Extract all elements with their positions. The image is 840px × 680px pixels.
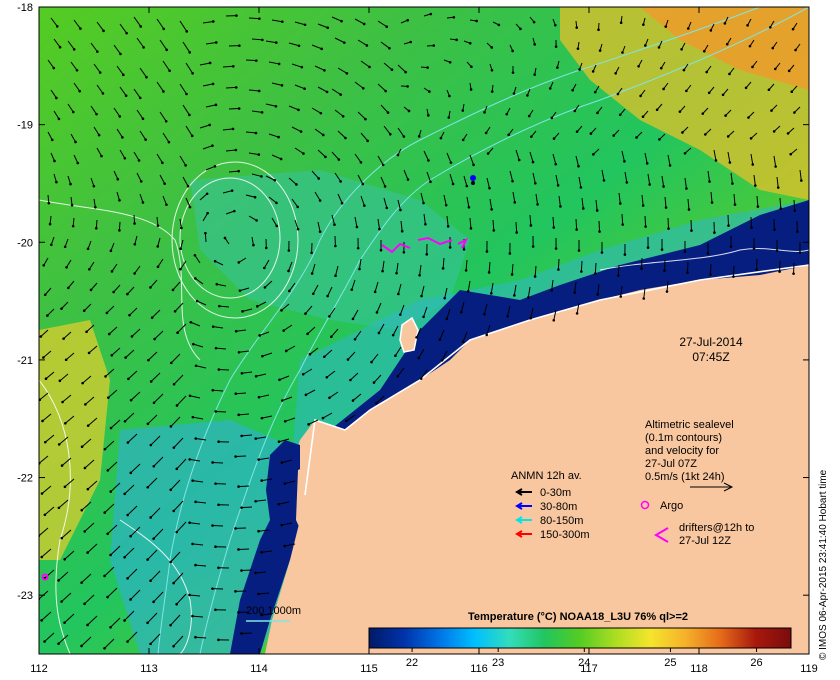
anmn-legend-label: 80-150m xyxy=(540,515,583,527)
anmn-legend-label: 30-80m xyxy=(540,501,577,513)
y-tick-label: -19 xyxy=(17,120,33,132)
drifter-legend-line: drifters@12h to xyxy=(679,522,754,534)
x-tick-label: 115 xyxy=(360,663,378,675)
x-tick-label: 113 xyxy=(140,663,158,675)
colorbar-gradient-bar xyxy=(368,627,792,649)
x-tick-label: 119 xyxy=(800,663,818,675)
x-tick-label: 116 xyxy=(470,663,488,675)
sst-map: 112 113 114 115 116 117 118 119 -18-19-20-21-22… xyxy=(17,2,818,675)
sealevel-note-line: 27-Jul 07Z xyxy=(645,458,697,470)
y-tick-label: -18 xyxy=(17,2,33,14)
sealevel-note-line: Altimetric sealevel xyxy=(645,419,734,431)
y-tick-label: -20 xyxy=(17,237,33,249)
y-tick-label: -22 xyxy=(17,473,33,485)
credit-text: © IMOS 06-Apr-2015 23:41:40 Hobart time xyxy=(818,469,829,660)
anmn-legend-label: 150-300m xyxy=(540,529,590,541)
x-tick-label: 114 xyxy=(250,663,268,675)
colorbar-tick-label: 26 xyxy=(750,657,762,669)
sealevel-note-line: 0.5m/s (1kt 24h) xyxy=(645,471,724,483)
argo-label: Argo xyxy=(660,500,683,512)
colorbar-tick-label: 24 xyxy=(578,657,590,669)
colorbar-tick-label: 22 xyxy=(406,657,418,669)
colorbar-title: Temperature (°C) NOAA18_L3U 76% ql>=2 xyxy=(468,611,688,623)
plot-area xyxy=(39,7,809,654)
anmn-legend-label: 0-30m xyxy=(540,487,571,499)
anmn-legend-title: ANMN 12h av. xyxy=(511,470,582,482)
time-label: 07:45Z xyxy=(692,350,729,364)
sealevel-note-line: (0.1m contours) xyxy=(645,432,722,444)
colorbar-tick-label: 23 xyxy=(492,657,504,669)
drifter-legend-line: 27-Jul 12Z xyxy=(679,535,731,547)
date-label: 27-Jul-2014 xyxy=(679,335,743,349)
bathy-legend-label: 200 1000m xyxy=(246,605,301,617)
colorbar-tick-label: 25 xyxy=(664,657,676,669)
sealevel-note-line: and velocity for xyxy=(645,445,719,457)
x-tick-label: 112 xyxy=(30,663,48,675)
y-tick-label: -23 xyxy=(17,590,33,602)
y-tick-label: -21 xyxy=(17,355,33,367)
mooring-marker xyxy=(470,175,476,181)
x-tick-label: 118 xyxy=(690,663,708,675)
mooring-marker xyxy=(471,181,475,185)
